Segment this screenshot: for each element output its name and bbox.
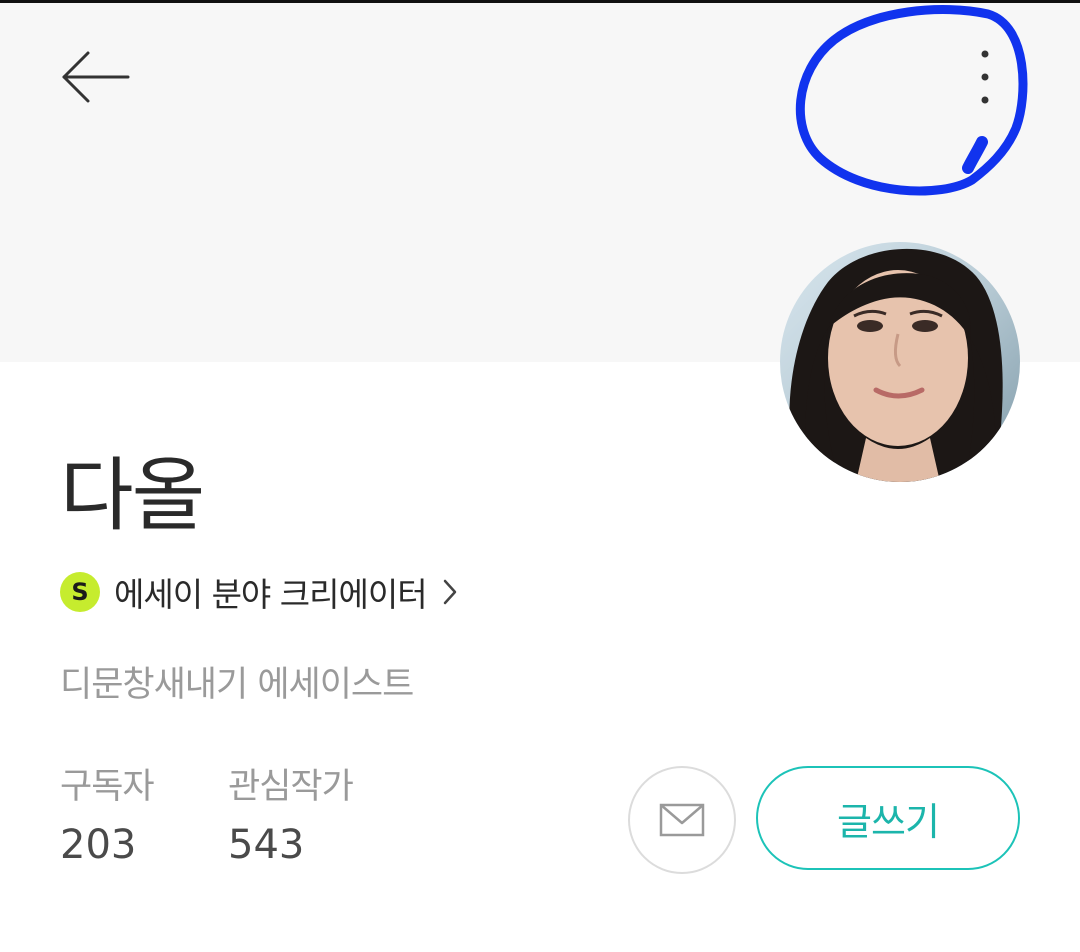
more-options-button[interactable] xyxy=(960,38,1010,118)
subscribers-label: 구독자 xyxy=(60,767,155,807)
back-button[interactable] xyxy=(56,44,136,110)
write-button[interactable]: 글쓰기 xyxy=(756,766,1020,870)
following-count: 543 xyxy=(228,822,305,868)
subscribers-stat[interactable]: 구독자 203 xyxy=(60,764,155,870)
creator-category-link[interactable]: S 에세이 분야 크리에이터 xyxy=(60,570,459,614)
subscribers-count: 203 xyxy=(60,822,137,868)
arrow-left-icon xyxy=(62,51,130,103)
creator-badge-icon: S xyxy=(60,572,100,612)
profile-bio: 디문창새내기 에세이스트 xyxy=(60,665,414,705)
profile-name: 다올 xyxy=(60,449,205,542)
envelope-icon xyxy=(659,803,705,837)
profile-photo xyxy=(780,242,1020,482)
creator-category-label: 에세이 분야 크리에이터 xyxy=(114,575,428,614)
following-label: 관심작가 xyxy=(228,767,354,807)
chevron-right-icon xyxy=(441,577,459,607)
profile-avatar[interactable] xyxy=(780,242,1020,482)
message-button[interactable] xyxy=(628,766,736,874)
vertical-dots-icon xyxy=(981,50,989,104)
following-stat[interactable]: 관심작가 543 xyxy=(228,764,354,870)
